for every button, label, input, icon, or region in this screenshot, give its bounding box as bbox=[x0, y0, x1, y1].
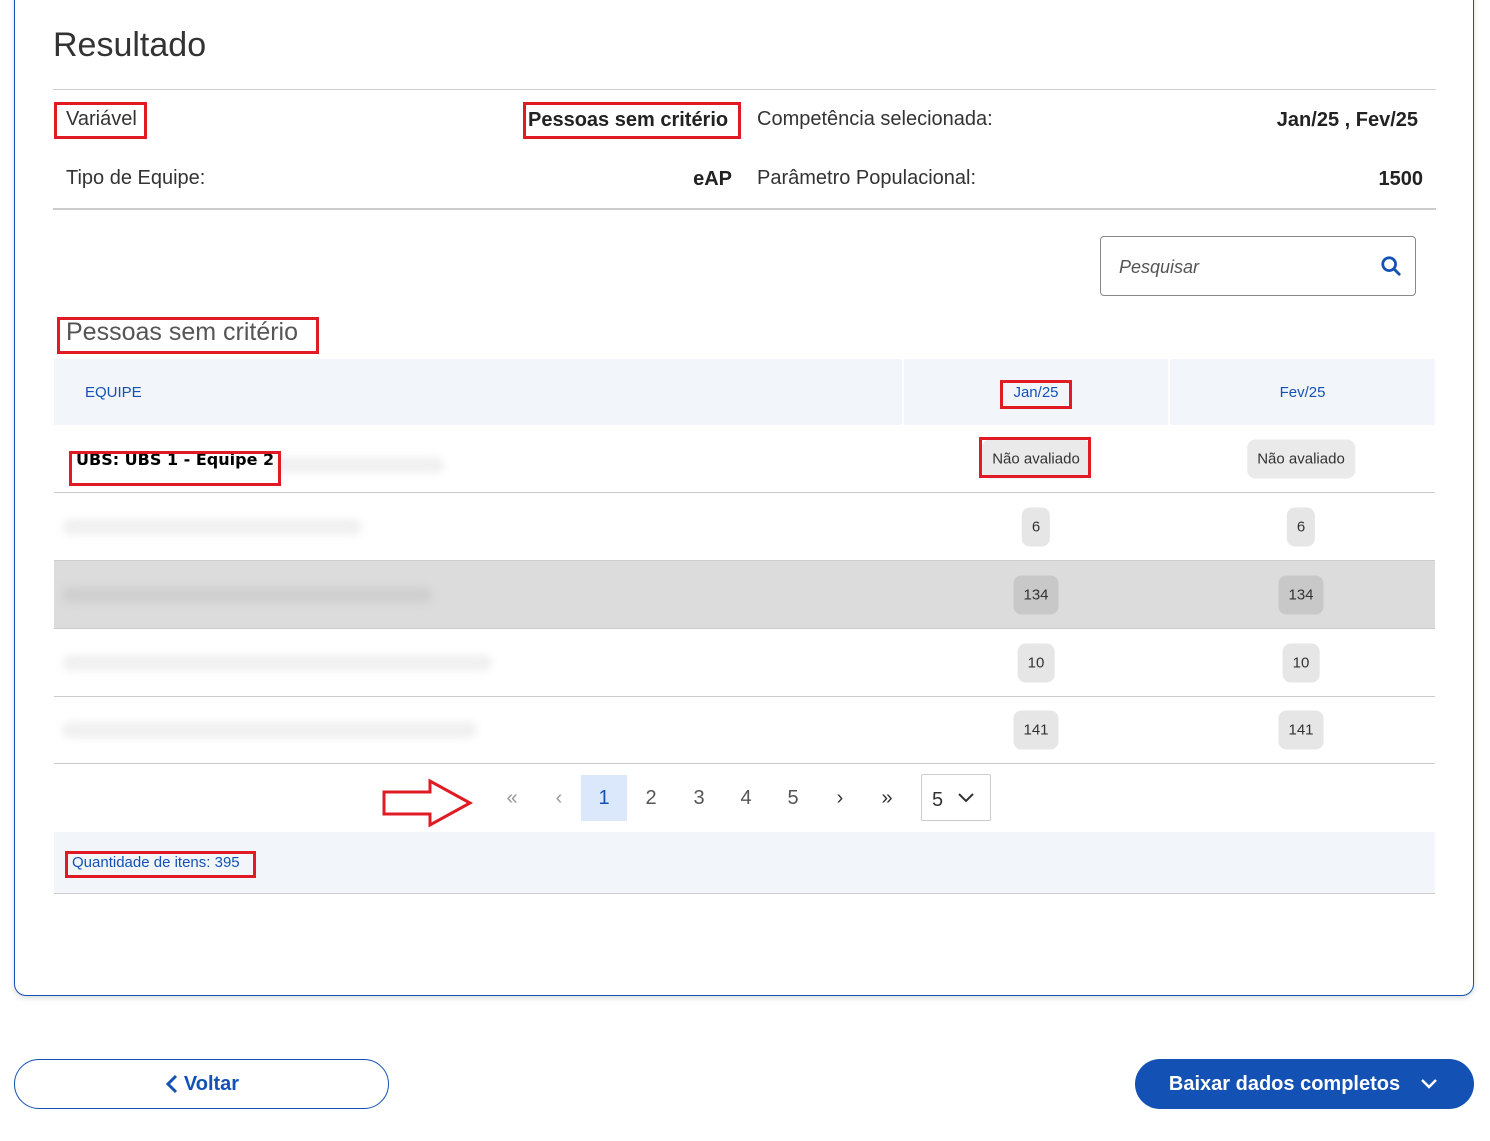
prev-page-button[interactable]: ‹ bbox=[536, 775, 582, 821]
chevron-left-icon bbox=[165, 1074, 177, 1094]
value-badge: 6 bbox=[1021, 507, 1051, 546]
column-header-equipe[interactable]: EQUIPE bbox=[85, 359, 142, 425]
highlight-box bbox=[65, 851, 256, 878]
search-box[interactable] bbox=[1100, 236, 1416, 296]
chevron-down-icon bbox=[1421, 1079, 1437, 1089]
search-icon[interactable] bbox=[1380, 255, 1402, 277]
table-header: EQUIPE Jan/25 Fev/25 bbox=[54, 359, 1435, 425]
table-row: 10 10 bbox=[54, 629, 1435, 697]
tipo-equipe-value: eAP bbox=[693, 168, 732, 190]
value-badge: 134 bbox=[1013, 575, 1059, 614]
download-button-label: Baixar dados completos bbox=[1168, 1072, 1401, 1095]
column-header-fev[interactable]: Fev/25 bbox=[1168, 359, 1435, 425]
back-button-label: Voltar bbox=[183, 1072, 240, 1095]
items-count-bar: Quantidade de itens: 395 bbox=[54, 832, 1435, 894]
parametro-value: 1500 bbox=[1378, 168, 1424, 190]
value-badge: 10 bbox=[1282, 643, 1320, 682]
page-button-1[interactable]: 1 bbox=[581, 775, 627, 821]
highlight-box bbox=[57, 317, 319, 354]
value-badge: 134 bbox=[1278, 575, 1324, 614]
redacted-text bbox=[274, 457, 444, 473]
redacted-text bbox=[62, 655, 492, 671]
value-badge: 10 bbox=[1017, 643, 1055, 682]
arrow-right-icon bbox=[382, 778, 474, 828]
highlight-box bbox=[523, 102, 741, 139]
search-input[interactable] bbox=[1119, 255, 1359, 279]
table-row: 134 134 bbox=[54, 561, 1435, 629]
redacted-text bbox=[62, 722, 477, 738]
tipo-equipe-label: Tipo de Equipe: bbox=[66, 167, 206, 189]
value-badge: 6 bbox=[1286, 507, 1316, 546]
page-title: Resultado bbox=[53, 26, 207, 64]
highlight-box bbox=[69, 451, 281, 486]
highlight-box bbox=[979, 437, 1091, 478]
page-button-4[interactable]: 4 bbox=[723, 775, 769, 821]
parametro-label: Parâmetro Populacional: bbox=[757, 167, 977, 189]
page-size-select[interactable]: 5 bbox=[921, 774, 991, 821]
competencia-label: Competência selecionada: bbox=[757, 108, 993, 130]
page-size-value: 5 bbox=[932, 789, 944, 811]
value-badge: 141 bbox=[1013, 710, 1059, 749]
divider bbox=[53, 208, 1436, 210]
first-page-button[interactable]: « bbox=[489, 775, 535, 821]
download-button[interactable]: Baixar dados completos bbox=[1135, 1059, 1474, 1109]
page-button-2[interactable]: 2 bbox=[628, 775, 674, 821]
table-row: 6 6 bbox=[54, 493, 1435, 561]
table-row: 141 141 bbox=[54, 696, 1435, 764]
page-button-3[interactable]: 3 bbox=[676, 775, 722, 821]
back-button[interactable]: Voltar bbox=[14, 1059, 389, 1109]
value-badge: 141 bbox=[1278, 710, 1324, 749]
next-page-button[interactable]: › bbox=[817, 775, 863, 821]
highlight-box bbox=[1000, 380, 1072, 409]
divider bbox=[53, 89, 1436, 90]
redacted-text bbox=[62, 519, 362, 535]
status-badge: Não avaliado bbox=[1247, 439, 1355, 478]
last-page-button[interactable]: » bbox=[864, 775, 910, 821]
competencia-value: Jan/25 , Fev/25 bbox=[1276, 109, 1418, 131]
chevron-down-icon bbox=[958, 793, 974, 803]
highlight-box bbox=[54, 102, 147, 139]
redacted-text bbox=[62, 587, 432, 603]
page-button-5[interactable]: 5 bbox=[770, 775, 816, 821]
